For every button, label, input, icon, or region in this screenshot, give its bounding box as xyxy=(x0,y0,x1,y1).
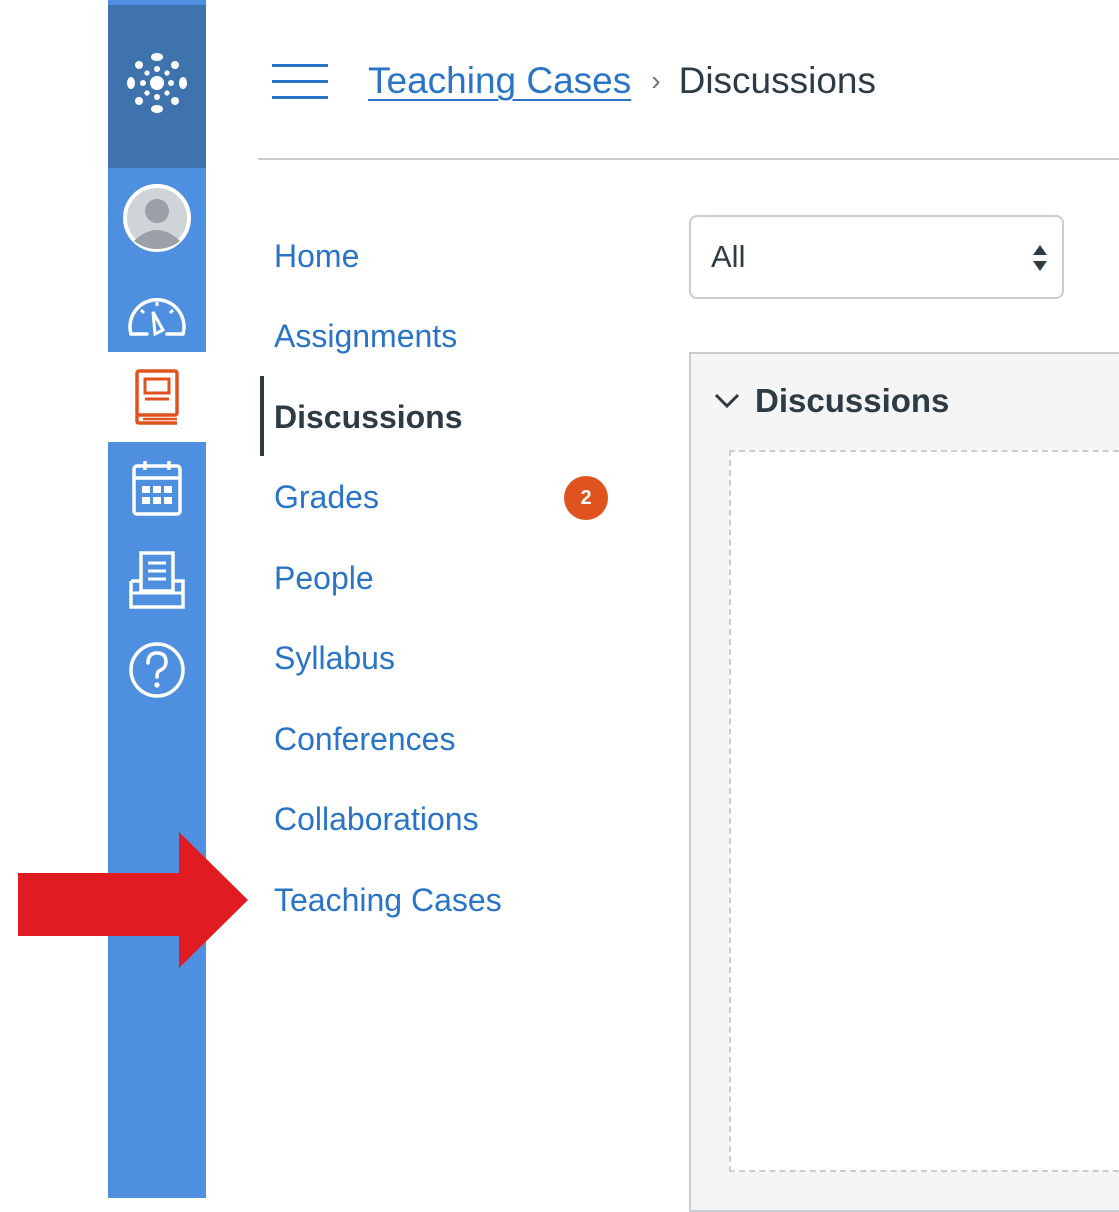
account-avatar-icon xyxy=(123,184,191,252)
courses-icon xyxy=(135,369,179,425)
course-nav-grades[interactable]: Grades xyxy=(274,467,379,527)
course-menu-toggle[interactable] xyxy=(272,62,328,102)
grades-count-badge: 2 xyxy=(564,476,608,520)
account-nav-item[interactable] xyxy=(108,180,206,256)
breadcrumb-course-link[interactable]: Teaching Cases xyxy=(368,60,631,102)
canvas-logo-icon xyxy=(127,53,187,113)
header-divider xyxy=(258,158,1119,160)
discussions-panel-title: Discussions xyxy=(755,382,950,419)
discussion-filter-select[interactable]: All xyxy=(689,215,1064,299)
help-nav-item[interactable] xyxy=(108,632,206,708)
canvas-logo[interactable] xyxy=(108,5,206,168)
course-nav-home[interactable]: Home xyxy=(274,226,359,286)
global-nav xyxy=(108,0,206,1198)
select-arrows-icon xyxy=(1033,245,1047,271)
hamburger-icon xyxy=(272,64,328,99)
dashboard-nav-item[interactable] xyxy=(108,280,206,350)
breadcrumb: Teaching Cases › Discussions xyxy=(368,58,876,104)
red-arrow-icon xyxy=(18,832,248,968)
calendar-nav-item[interactable] xyxy=(108,452,206,524)
chevron-down-icon xyxy=(714,393,740,409)
inbox-nav-item[interactable] xyxy=(108,544,206,616)
course-nav-syllabus[interactable]: Syllabus xyxy=(274,628,395,688)
inbox-icon xyxy=(129,551,185,609)
course-nav-assignments[interactable]: Assignments xyxy=(274,306,457,366)
course-nav-discussions[interactable]: Discussions xyxy=(274,387,463,447)
course-nav-teaching-cases[interactable]: Teaching Cases xyxy=(274,870,502,930)
courses-nav-item[interactable] xyxy=(108,352,206,442)
dashboard-icon xyxy=(128,298,186,337)
active-indicator xyxy=(260,376,264,456)
breadcrumb-separator: › xyxy=(651,65,661,96)
discussions-panel: Discussions xyxy=(689,352,1119,1212)
help-icon xyxy=(129,642,185,698)
course-nav-people[interactable]: People xyxy=(274,548,374,608)
breadcrumb-current: Discussions xyxy=(678,60,876,101)
course-nav-collaborations[interactable]: Collaborations xyxy=(274,789,479,849)
discussions-panel-toggle[interactable]: Discussions xyxy=(713,382,949,420)
filter-selected-value: All xyxy=(711,239,746,274)
discussions-drop-area xyxy=(729,450,1119,1172)
course-nav-conferences[interactable]: Conferences xyxy=(274,709,455,769)
calendar-icon xyxy=(132,461,182,516)
